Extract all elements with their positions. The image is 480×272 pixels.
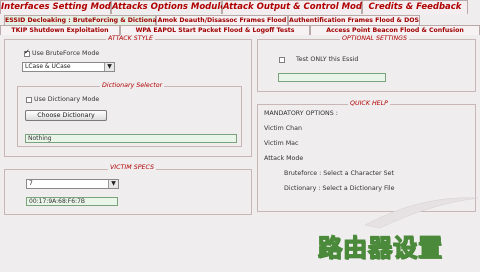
tab-attack-output-control[interactable]: Attack Output & Control Module	[222, 0, 377, 14]
victim-specs-panel	[4, 169, 252, 215]
watermark-text: 路由器设置	[317, 233, 443, 262]
dictionary-legend: Dictionary Selector	[100, 82, 165, 90]
choose-dictionary-button[interactable]: Choose Dictionary	[25, 110, 107, 121]
test-essid-label: Test ONLY this Essid	[296, 56, 359, 63]
dictionary-mode-label: Use Dictionary Mode	[34, 96, 100, 103]
test-essid-checkbox[interactable]	[279, 57, 285, 63]
subtab-essid-decloaking[interactable]: ESSID Decloaking : BruteForcing & Dictio…	[4, 15, 164, 25]
help-line: MANDATORY OPTIONS :	[264, 110, 338, 117]
optional-settings-panel	[257, 39, 476, 92]
tab-interfaces-setting[interactable]: Interfaces Setting Module	[0, 0, 126, 14]
tab-attacks-options[interactable]: Attacks Options Modules	[111, 0, 231, 14]
subtab-auth-flood[interactable]: Authentification Frames Flood & DOS	[288, 15, 420, 25]
bruteforce-checkbox[interactable]	[24, 48, 30, 57]
help-line: Victim Chan	[264, 125, 302, 132]
victim-channel-value: 7	[29, 180, 33, 187]
chevron-down-icon: ▼	[108, 180, 118, 188]
optional-settings-legend: OPTIONAL SETTINGS	[340, 35, 410, 43]
victim-mac-field[interactable]: 00:17:9A:68:F6:7B	[26, 197, 118, 206]
dictionary-path-field[interactable]: Nothing	[25, 134, 237, 143]
subtab-amok-deauth[interactable]: Amok Deauth/Disassoc Frames Flood	[156, 15, 288, 25]
tab-credits-feedback[interactable]: Credits & Feedback	[362, 0, 468, 14]
swoosh-logo	[364, 197, 479, 229]
help-line: Victim Mac	[264, 140, 299, 147]
victim-specs-legend: VICTIM SPECS	[108, 164, 156, 172]
help-line: Bruteforce : Select a Character Set	[284, 170, 394, 177]
subtab-tkip-shutdown[interactable]: TKIP Shutdown Exploitation	[0, 25, 120, 35]
help-line: Attack Mode	[264, 155, 304, 162]
essid-field[interactable]	[278, 73, 386, 82]
victim-channel-select[interactable]: 7 ▼	[26, 179, 119, 189]
charset-value: LCase & UCase	[25, 63, 71, 70]
subtab-beacon-flood[interactable]: Access Point Beacon Flood & Confusion	[310, 25, 480, 35]
chevron-down-icon: ▼	[104, 63, 114, 71]
charset-select[interactable]: LCase & UCase ▼	[22, 62, 115, 72]
bruteforce-label: Use BruteForce Mode	[32, 50, 100, 57]
attack-style-legend: ATTACK STYLE	[106, 35, 155, 43]
subtab-wpa-eapol[interactable]: WPA EAPOL Start Packet Flood & Logoff Te…	[120, 25, 310, 35]
dictionary-mode-checkbox[interactable]	[26, 97, 32, 103]
quick-help-legend: QUICK HELP	[348, 100, 390, 108]
